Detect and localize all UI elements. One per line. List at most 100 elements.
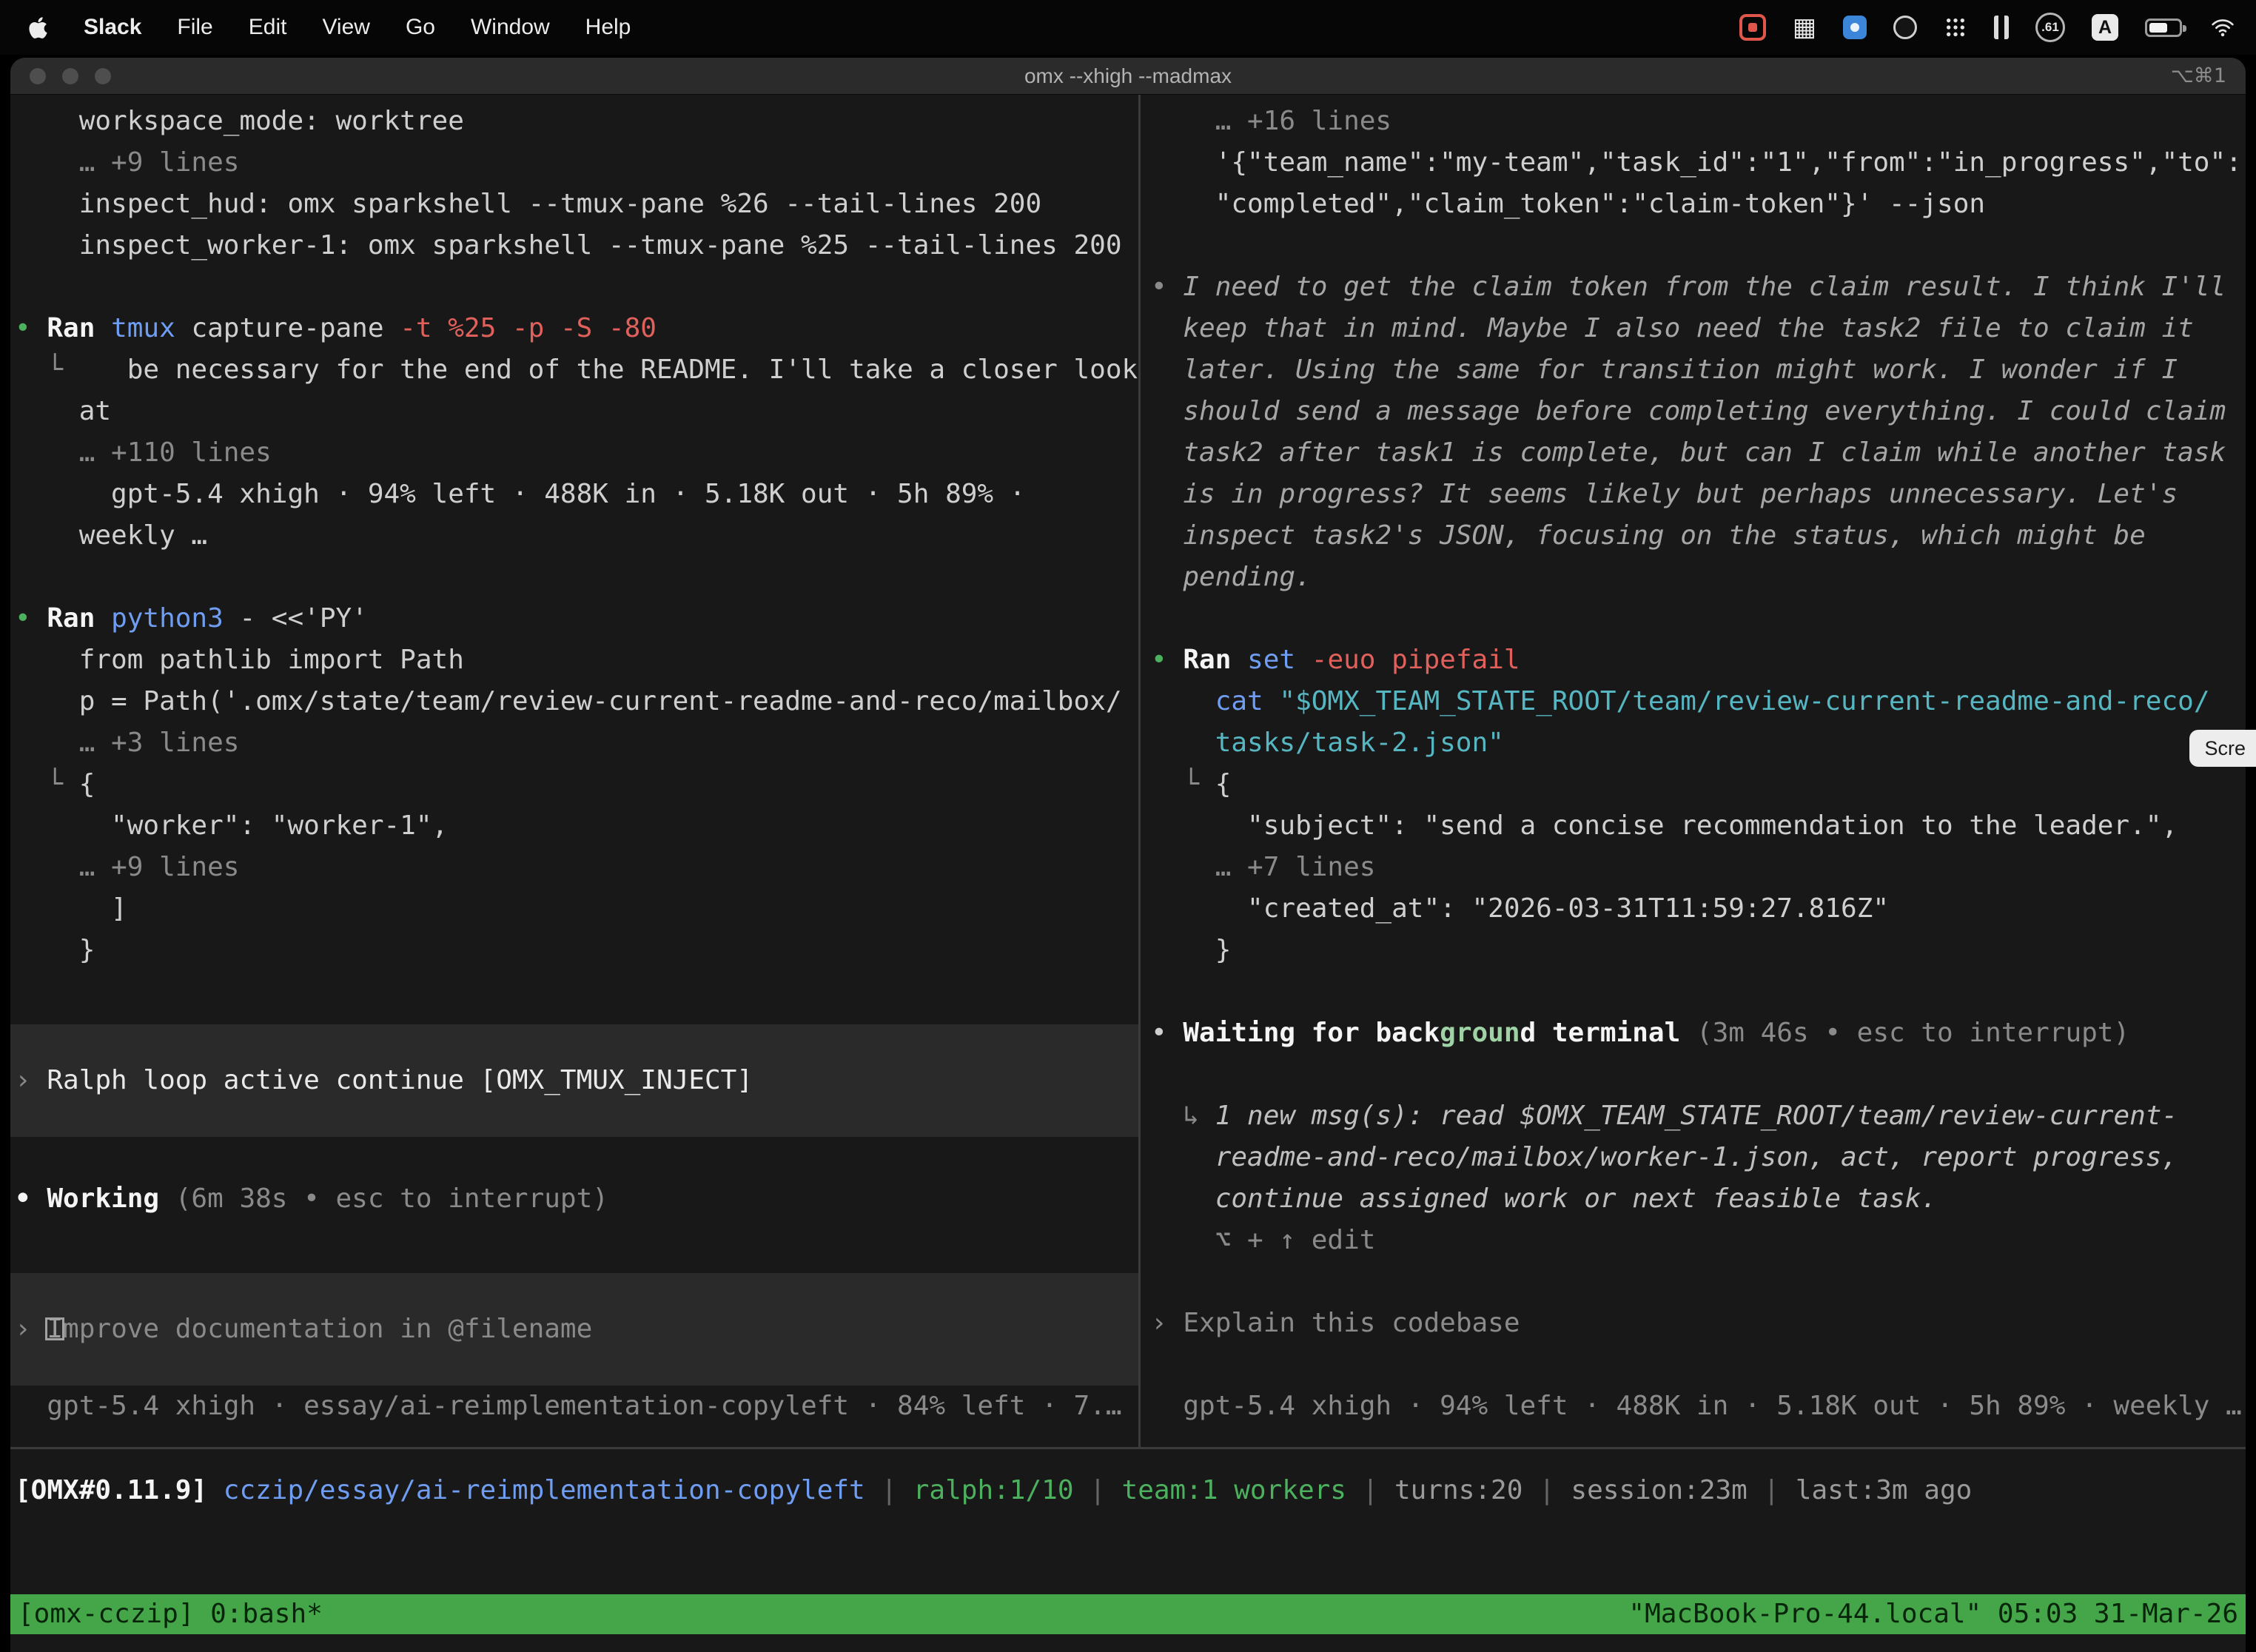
text-segment: gpt-5.4 xhigh · essay/ai-reimplementatio… [15, 1391, 1122, 1421]
text-segment: { [79, 769, 95, 799]
menu-view[interactable]: View [322, 15, 369, 40]
text-segment: keep that in mind. Maybe I also need the… [1151, 313, 2194, 343]
text-segment: • [15, 1183, 47, 1214]
blank-line [15, 1220, 1138, 1261]
text-segment: • [15, 313, 47, 343]
menubar-menus: File Edit View Go Window Help [177, 15, 631, 40]
text-segment: should send a message before completing … [1151, 396, 2226, 426]
terminal-line: continue assigned work or next feasible … [1151, 1178, 2246, 1220]
text-segment: capture-pane [191, 313, 400, 343]
text-segment: 1 new msg(s): read $OMX_TEAM_STATE_ROOT/… [1215, 1101, 2178, 1131]
terminal-line: "worker": "worker-1", [15, 805, 1138, 847]
terminal-line: inspect_worker-1: omx sparkshell --tmux-… [15, 225, 1138, 266]
text-segment: Ran [47, 603, 111, 634]
grid-app-icon[interactable]: ▦ [1793, 13, 1816, 42]
text-segment: Ralph loop active continue [OMX_TMUX_INJ… [47, 1065, 753, 1095]
text-segment: last:3m ago [1796, 1475, 1972, 1505]
terminal-line: … +9 lines [15, 142, 1138, 184]
prompt-placeholder[interactable]: › Explain this codebase [1151, 1303, 2246, 1344]
text-segment: | [1748, 1475, 1796, 1505]
text-segment: … +3 lines [15, 728, 239, 758]
text-segment: I need to get the claim token from the c… [1183, 272, 2226, 302]
text-segment: › [15, 1065, 47, 1095]
terminal-line: tasks/task-2.json" [1151, 722, 2246, 764]
session-footer: gpt-5.4 xhigh · 94% left · 488K in · 5.1… [1151, 1386, 2246, 1427]
terminal-line: … +7 lines [1151, 847, 2246, 888]
menu-help[interactable]: Help [585, 15, 631, 40]
ran-set-command: • Ran set -euo pipefail [1151, 639, 2246, 681]
text-segment: tmux [111, 313, 191, 343]
window-shortcut-hint: ⌥⌘1 [2171, 64, 2246, 87]
text-segment: • [1151, 645, 1183, 675]
text-segment: p = Path('.omx/state/team/review-current… [15, 686, 1122, 716]
text-segment: '{"team_name":"my-team","task_id":"1","f… [1151, 147, 2242, 178]
active-app-name[interactable]: Slack [84, 15, 141, 40]
terminal-body: workspace_mode: worktree … +9 lines insp… [10, 95, 2246, 1652]
text-segment: cczip/essay/ai-reimplementation-copyleft [224, 1475, 865, 1505]
text-segment: turns:20 [1394, 1475, 1523, 1505]
menubar-status-icons: ▦ .61 A [1739, 13, 2256, 42]
menu-window[interactable]: Window [471, 15, 550, 40]
text-segment: › [1151, 1308, 1183, 1338]
text-segment: task2 after task1 is complete, but can I… [1151, 437, 2226, 468]
text-segment: (3m 46s • esc to interrupt) [1680, 1018, 2129, 1048]
apple-menu-icon[interactable] [28, 16, 48, 40]
text-segment: | [1346, 1475, 1394, 1505]
terminal-line: ] [15, 888, 1138, 930]
split-pill-icon[interactable] [1994, 16, 2009, 39]
text-segment: › [15, 1314, 47, 1344]
battery-icon[interactable] [2145, 19, 2182, 37]
tmux-session-label: [omx-cczip] 0:bash* [18, 1594, 323, 1635]
text-segment: - <<'PY' [239, 603, 367, 634]
terminal-line: should send a message before completing … [1151, 391, 2246, 432]
blue-app-icon[interactable] [1843, 16, 1867, 39]
text-segment: continue assigned work or next feasible … [1151, 1183, 1937, 1214]
session-footer: gpt-5.4 xhigh · essay/ai-reimplementatio… [15, 1386, 1138, 1427]
wifi-icon[interactable] [2209, 16, 2237, 39]
text-segment: └ [1151, 769, 1215, 799]
text-segment: "$OMX_TEAM_STATE_ROOT/team/review-curren… [1279, 686, 2209, 716]
tmux-pane-left[interactable]: workspace_mode: worktree … +9 lines insp… [10, 95, 1138, 1447]
text-segment: } [1151, 935, 1231, 965]
text-segment: readme-and-reco/mailbox/worker-1.json, a… [1151, 1142, 2178, 1172]
text-segment: • [1151, 1018, 1183, 1048]
dots-grid-icon[interactable] [1944, 16, 1967, 39]
terminal-line: ⌥ + ↑ edit [1151, 1220, 2246, 1261]
prompt-input-band[interactable]: › Improve documentation in @filename [10, 1273, 1138, 1386]
text-segment: … +7 lines [1151, 852, 1375, 882]
text-segment: | [1523, 1475, 1571, 1505]
menu-go[interactable]: Go [406, 15, 435, 40]
screen-recording-indicator[interactable] [1739, 14, 1766, 41]
text-segment: cat [1215, 686, 1280, 716]
text-segment: … +110 lines [15, 437, 272, 468]
text-segment: session:23m [1571, 1475, 1747, 1505]
input-source-icon[interactable]: A [2092, 14, 2118, 41]
text-segment: I [47, 1314, 63, 1344]
terminal-line: p = Path('.omx/state/team/review-current… [15, 681, 1138, 722]
text-segment: inspect_hud: omx sparkshell --tmux-pane … [15, 189, 1041, 219]
battery-gauge-icon[interactable]: .61 [2035, 13, 2065, 42]
text-segment: -euo pipefail [1312, 645, 1520, 675]
terminal-line: '{"team_name":"my-team","task_id":"1","f… [1151, 142, 2246, 184]
text-segment: gpt-5.4 xhigh · 94% left · 488K in · 5.1… [1151, 1391, 2242, 1421]
tmux-pane-right[interactable]: … +16 lines '{"team_name":"my-team","tas… [1141, 95, 2246, 1447]
text-segment: from pathlib import Path [15, 645, 464, 675]
text-segment: groun [1440, 1018, 1520, 1048]
text-segment: ] [15, 893, 127, 924]
text-segment: later. Using the same for transition mig… [1151, 355, 2178, 385]
queued-message-band[interactable]: › Ralph loop active continue [OMX_TMUX_I… [10, 1024, 1138, 1137]
blank-line [15, 971, 1138, 1013]
terminal-line: cat "$OMX_TEAM_STATE_ROOT/team/review-cu… [1151, 681, 2246, 722]
text-segment: "completed","claim_token":"claim-token"}… [1151, 189, 1985, 219]
text-segment: Ran [47, 313, 111, 343]
text-segment: "subject": "send a concise recommendatio… [1151, 810, 2178, 841]
screen-edge-tooltip[interactable]: Scre [2189, 730, 2256, 767]
menu-file[interactable]: File [177, 15, 212, 40]
terminal-line: at [15, 391, 1138, 432]
terminal-line: is in progress? It seems likely but perh… [1151, 474, 2246, 515]
terminal-window: omx --xhigh --madmax ⌥⌘1 workspace_mode:… [10, 58, 2246, 1652]
terminal-line: └ be necessary for the end of the README… [15, 349, 1138, 391]
dark-app-icon[interactable] [1893, 16, 1917, 39]
menu-edit[interactable]: Edit [249, 15, 287, 40]
text-segment: d terminal [1520, 1018, 1681, 1048]
